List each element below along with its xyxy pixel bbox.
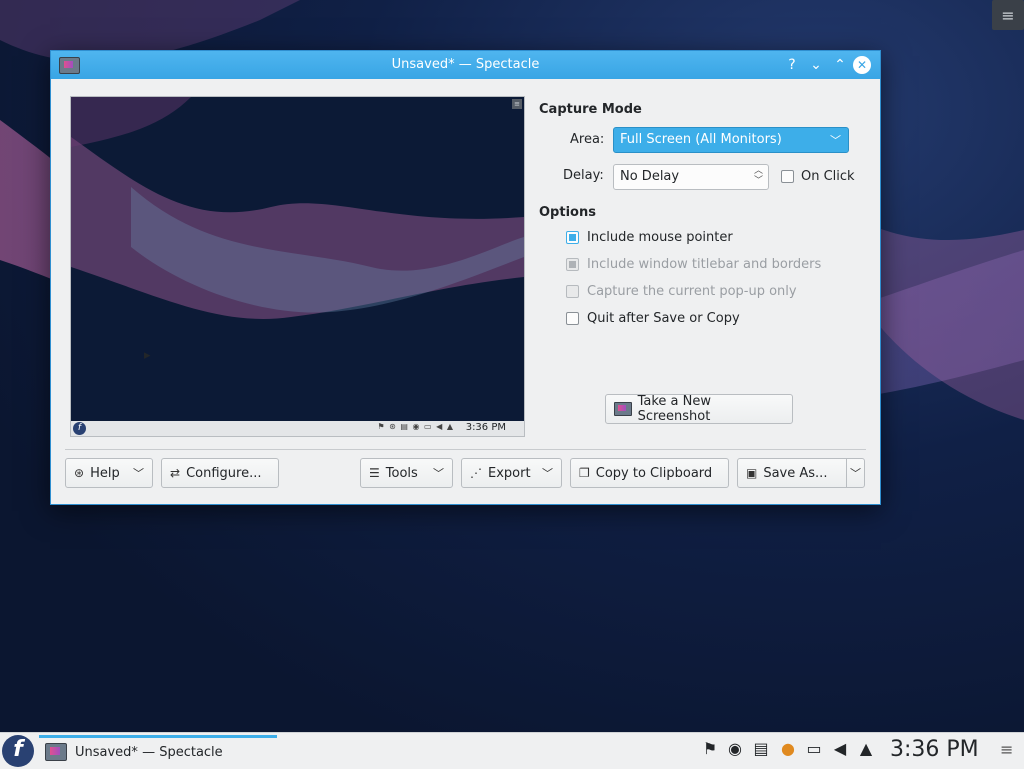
maximize-icon[interactable]: ⌃ — [831, 56, 849, 74]
chevron-down-icon: ﹀ — [433, 467, 444, 480]
copy-to-clipboard-button[interactable]: ❐ Copy to Clipboard — [570, 458, 729, 488]
capture-mode-heading: Capture Mode — [539, 102, 642, 117]
screenshot-preview[interactable]: ≡ ▸ f ⚑ ⊛ ▤ ◉ ▭ ◀ ▲ 3:36 PM — [70, 96, 525, 437]
help-label: Help — [90, 465, 120, 481]
close-icon[interactable]: ✕ — [853, 56, 871, 74]
display-icon[interactable]: ▭ — [804, 739, 824, 758]
copy-icon: ❐ — [579, 466, 590, 480]
preview-clock: 3:36 PM — [465, 422, 506, 433]
copy-label: Copy to Clipboard — [595, 465, 713, 481]
preview-taskbar: f ⚑ ⊛ ▤ ◉ ▭ ◀ ▲ 3:36 PM — [71, 421, 524, 436]
save-options-dropdown[interactable]: ﹀ — [846, 458, 865, 488]
desktop-toolbox-button[interactable]: ≡ — [992, 0, 1024, 30]
include-titlebar-label: Include window titlebar and borders — [587, 257, 822, 272]
task-label: Unsaved* — Spectacle — [75, 744, 223, 760]
popup-only-checkbox — [566, 285, 579, 298]
configure-button[interactable]: ⇄ Configure... — [161, 458, 279, 488]
life-ring-icon: ⊛ — [74, 466, 85, 480]
tools-label: Tools — [385, 465, 418, 481]
save-as-label: Save As... — [763, 465, 828, 481]
taskbar-task-spectacle[interactable]: Unsaved* — Spectacle — [39, 735, 277, 766]
export-button[interactable]: ⋰ Export ﹀ — [461, 458, 562, 488]
preview-menu-icon: ≡ — [512, 99, 522, 109]
volume-muted-icon[interactable]: ◀ — [830, 739, 850, 758]
help-icon[interactable]: ? — [783, 56, 801, 74]
updates-icon[interactable]: ● — [778, 739, 798, 758]
spin-arrows-icon[interactable]: ︿ ﹀ — [754, 166, 763, 186]
include-titlebar-checkbox — [566, 258, 579, 271]
take-new-screenshot-button[interactable]: Take a New Screenshot — [605, 394, 793, 424]
preview-image — [71, 97, 524, 436]
share-icon: ⋰ — [470, 466, 482, 480]
network-icon[interactable]: ◉ — [725, 739, 745, 758]
expand-tray-icon[interactable]: ▲ — [856, 739, 876, 758]
chevron-down-icon: ﹀ — [133, 467, 144, 480]
area-select[interactable]: Full Screen (All Monitors) ﹀ — [613, 127, 849, 153]
spectacle-icon — [614, 402, 632, 416]
configure-label: Configure... — [186, 465, 262, 481]
take-new-screenshot-label: Take a New Screenshot — [637, 394, 711, 424]
taskbar: f Unsaved* — Spectacle ⚑ ◉ ▤ ● ▭ ◀ ▲ 3:3… — [0, 732, 1024, 769]
sliders-icon: ⇄ — [170, 466, 181, 480]
minimize-icon[interactable]: ⌄ — [807, 56, 825, 74]
spectacle-window: Unsaved* — Spectacle ? ⌄ ⌃ ✕ ≡ ▸ f ⚑ ⊛ ▤… — [50, 50, 881, 505]
preview-fedora-icon: f — [73, 422, 86, 435]
include-pointer-checkbox[interactable] — [566, 231, 579, 244]
clipboard-icon[interactable]: ▤ — [751, 739, 771, 758]
area-select-value: Full Screen (All Monitors) — [620, 132, 782, 147]
clock[interactable]: 3:36 PM — [890, 737, 979, 762]
delay-spinbox[interactable]: No Delay ︿ ﹀ — [613, 164, 769, 190]
on-click-checkbox[interactable] — [781, 170, 794, 183]
save-icon: ▣ — [746, 466, 758, 480]
save-as-button[interactable]: ▣ Save As... — [737, 458, 847, 488]
chevron-down-icon: ﹀ — [830, 134, 841, 147]
screenshot-tray-icon[interactable]: ⚑ — [700, 739, 720, 758]
area-label: Area: — [570, 132, 605, 147]
quit-after-save-checkbox[interactable] — [566, 312, 579, 325]
window-title: Unsaved* — Spectacle — [391, 57, 540, 72]
popup-only-label: Capture the current pop-up only — [587, 284, 797, 299]
divider — [65, 449, 866, 450]
export-label: Export — [488, 465, 531, 481]
delay-label: Delay: — [563, 168, 604, 183]
hamburger-icon: ☰ — [369, 466, 380, 480]
spectacle-icon — [45, 743, 67, 761]
delay-value: No Delay — [620, 169, 680, 184]
titlebar[interactable]: Unsaved* — Spectacle ? ⌄ ⌃ ✕ — [51, 51, 880, 79]
panel-menu-icon[interactable]: ≡ — [1000, 740, 1013, 759]
include-pointer-label[interactable]: Include mouse pointer — [587, 230, 733, 245]
preview-tray-icons: ⚑ ⊛ ▤ ◉ ▭ ◀ ▲ — [377, 422, 454, 431]
chevron-down-icon: ﹀ — [542, 467, 553, 480]
help-button[interactable]: ⊛ Help ﹀ — [65, 458, 153, 488]
on-click-label[interactable]: On Click — [801, 169, 855, 184]
application-launcher-fedora-icon[interactable]: f — [2, 735, 34, 767]
chevron-down-icon: ﹀ — [850, 467, 861, 480]
options-heading: Options — [539, 205, 596, 220]
tools-button[interactable]: ☰ Tools ﹀ — [360, 458, 453, 488]
quit-after-save-label[interactable]: Quit after Save or Copy — [587, 311, 740, 326]
